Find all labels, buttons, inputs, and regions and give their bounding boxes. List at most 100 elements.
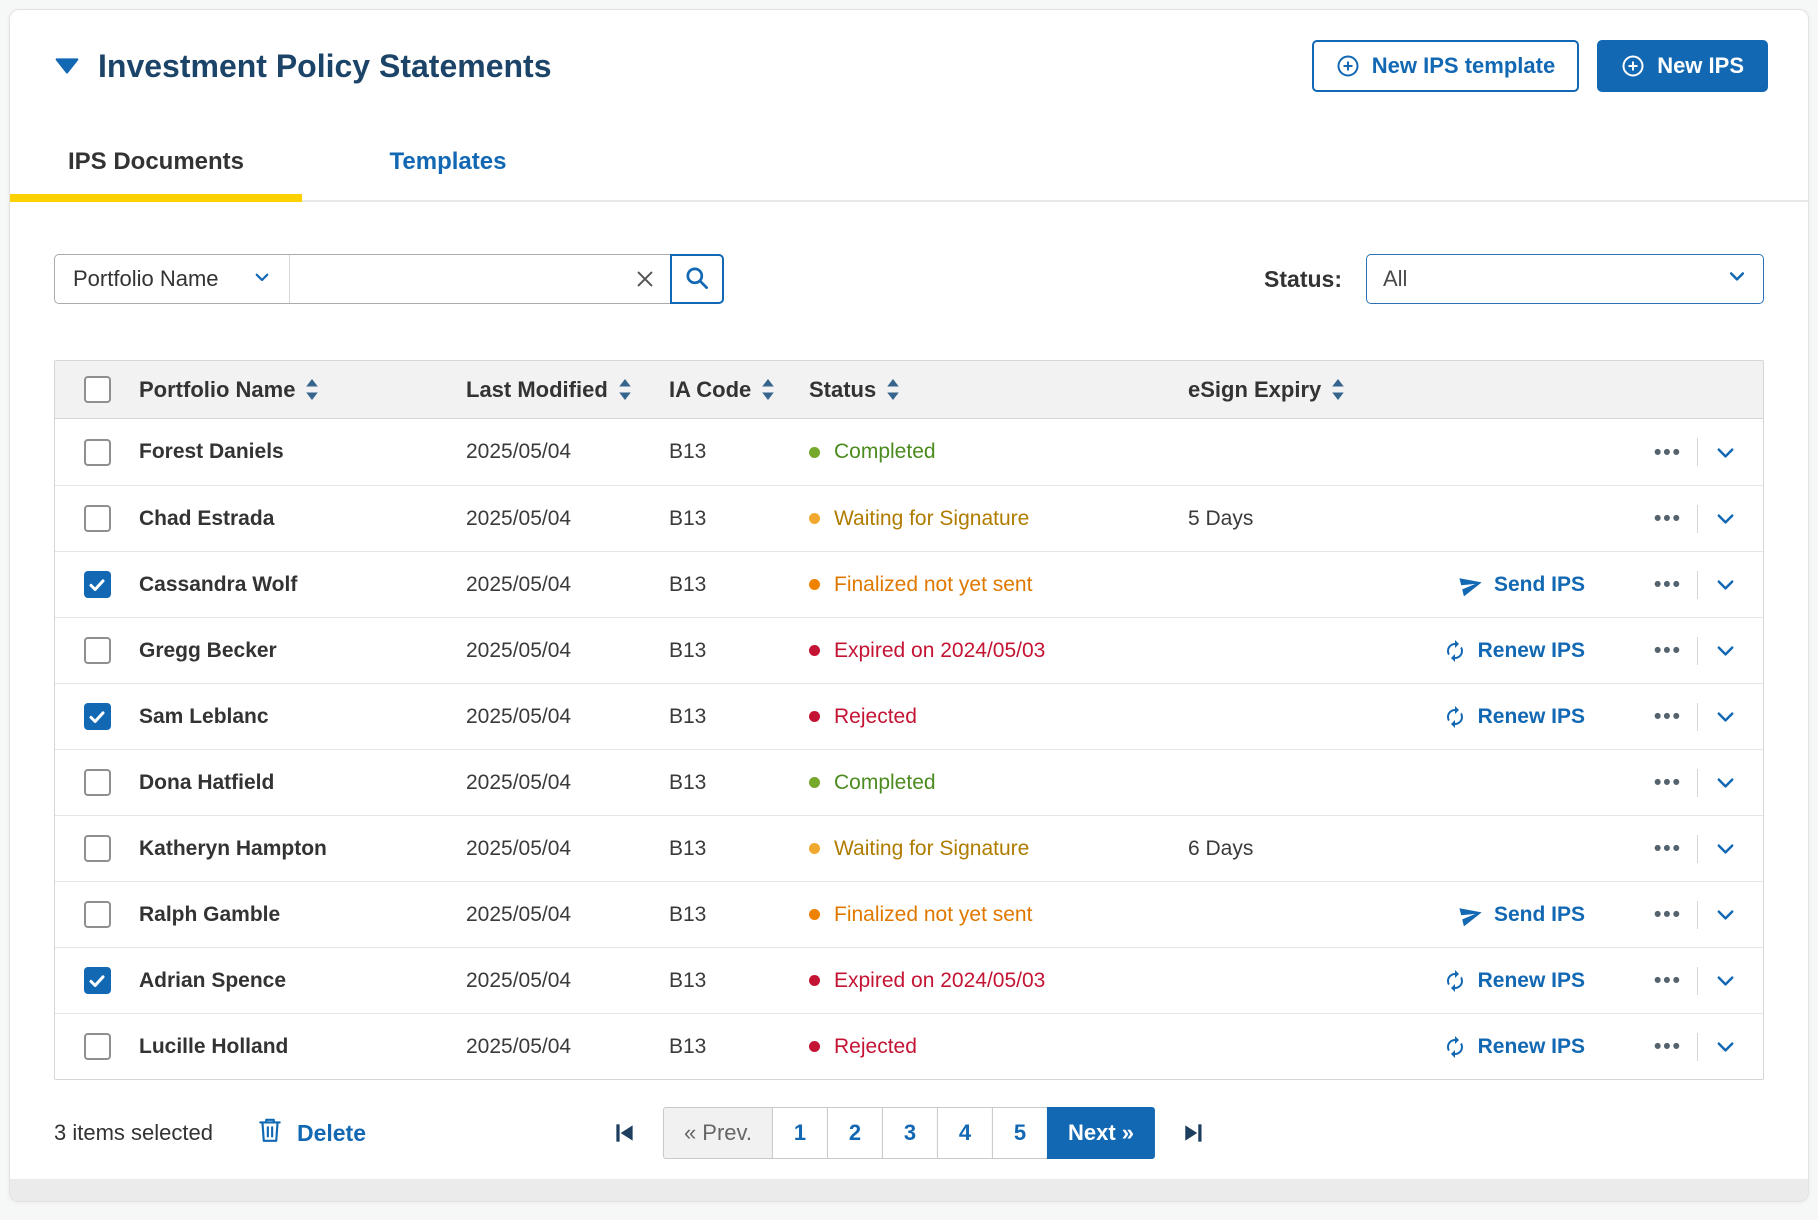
first-page-icon[interactable]	[611, 1120, 637, 1146]
page-button-3[interactable]: 3	[882, 1107, 939, 1159]
more-actions-icon[interactable]: •••	[1654, 1036, 1682, 1057]
row-checkbox[interactable]	[83, 637, 111, 664]
expand-row-icon[interactable]	[1714, 441, 1737, 464]
more-actions-icon[interactable]: •••	[1654, 442, 1682, 463]
column-header-esign-expiry[interactable]: eSign Expiry	[1188, 377, 1398, 403]
send-ips-action[interactable]: Send IPS	[1459, 903, 1585, 927]
table-row: Forest Daniels 2025/05/04 B13 Completed	[55, 419, 1763, 485]
ia-code-cell: B13	[669, 968, 707, 992]
clear-search-icon[interactable]	[620, 268, 670, 290]
row-checkbox[interactable]	[83, 769, 111, 796]
column-header-ia-code[interactable]: IA Code	[669, 377, 809, 403]
renew-icon	[1443, 705, 1467, 729]
expand-row-icon[interactable]	[1714, 903, 1737, 926]
table-footer: 3 items selected Delete « Prev. 12345 Ne…	[10, 1080, 1808, 1159]
column-header-status[interactable]: Status	[809, 377, 1188, 403]
expand-row-icon[interactable]	[1714, 837, 1737, 860]
row-checkbox[interactable]	[83, 505, 111, 532]
page-button-4[interactable]: 4	[937, 1107, 994, 1159]
esign-expiry-cell: 5 Days	[1188, 506, 1254, 530]
status-cell: Completed	[809, 440, 1188, 464]
status-dot-icon	[809, 843, 820, 854]
status-text: Expired on 2024/05/03	[834, 968, 1046, 992]
portfolio-name-cell: Adrian Spence	[139, 968, 287, 992]
expand-row-icon[interactable]	[1714, 705, 1737, 728]
expand-row-icon[interactable]	[1714, 639, 1737, 662]
divider	[1697, 504, 1698, 533]
portfolio-name-cell: Sam Leblanc	[139, 704, 269, 728]
row-checkbox[interactable]	[83, 835, 111, 862]
column-label: Portfolio Name	[139, 376, 296, 402]
status-dot-icon	[809, 909, 820, 920]
ia-code-cell: B13	[669, 770, 707, 794]
delete-label: Delete	[296, 1119, 367, 1146]
page-button-2[interactable]: 2	[827, 1107, 884, 1159]
renew-ips-action[interactable]: Renew IPS	[1443, 1035, 1585, 1059]
new-ips-button[interactable]: New IPS	[1597, 40, 1768, 92]
tab-ips-documents[interactable]: IPS Documents	[10, 132, 302, 202]
select-all-checkbox[interactable]	[83, 376, 111, 403]
send-icon	[1459, 573, 1483, 597]
row-checkbox[interactable]	[83, 1033, 111, 1060]
renew-ips-action[interactable]: Renew IPS	[1443, 969, 1585, 993]
status-dot-icon	[809, 513, 820, 524]
last-modified-cell: 2025/05/04	[466, 836, 572, 860]
row-checkbox[interactable]	[83, 571, 111, 598]
last-modified-cell: 2025/05/04	[466, 902, 572, 926]
last-modified-cell: 2025/05/04	[466, 770, 572, 794]
more-actions-icon[interactable]: •••	[1654, 772, 1682, 793]
sort-icon	[618, 379, 632, 400]
expand-row-icon[interactable]	[1714, 573, 1737, 596]
portfolio-name-cell: Katheryn Hampton	[139, 836, 327, 860]
search-button[interactable]	[669, 254, 724, 304]
row-checkbox[interactable]	[83, 901, 111, 928]
more-actions-icon[interactable]: •••	[1654, 904, 1682, 925]
row-action-label: Send IPS	[1493, 572, 1585, 596]
column-header-last-modified[interactable]: Last Modified	[466, 377, 669, 403]
expand-row-icon[interactable]	[1714, 1035, 1737, 1058]
more-actions-icon[interactable]: •••	[1654, 706, 1682, 727]
more-actions-icon[interactable]: •••	[1654, 838, 1682, 859]
last-modified-cell: 2025/05/04	[466, 968, 572, 992]
expand-row-icon[interactable]	[1714, 771, 1737, 794]
table-header-row: Portfolio Name Last Modified IA Code Sta…	[55, 361, 1763, 419]
status-text: Rejected	[834, 1034, 917, 1058]
page-button-1[interactable]: 1	[772, 1107, 829, 1159]
renew-ips-action[interactable]: Renew IPS	[1443, 705, 1585, 729]
column-header-portfolio-name[interactable]: Portfolio Name	[139, 377, 466, 403]
page-numbers: 12345	[772, 1107, 1049, 1159]
plus-circle-icon	[1336, 54, 1360, 78]
last-modified-cell: 2025/05/04	[466, 440, 572, 463]
send-ips-action[interactable]: Send IPS	[1459, 573, 1585, 597]
delete-button[interactable]: Delete	[257, 1116, 366, 1150]
search-input[interactable]	[289, 255, 620, 303]
ips-table: Portfolio Name Last Modified IA Code Sta…	[54, 360, 1764, 1080]
next-page-button[interactable]: Next »	[1047, 1107, 1156, 1159]
last-page-icon[interactable]	[1181, 1120, 1207, 1146]
table-row: Adrian Spence 2025/05/04 B13 Expired on …	[55, 947, 1763, 1013]
status-text: Finalized not yet sent	[834, 572, 1033, 596]
prev-page-button[interactable]: « Prev.	[662, 1107, 774, 1159]
expand-row-icon[interactable]	[1714, 507, 1737, 530]
row-checkbox[interactable]	[83, 967, 111, 994]
more-actions-icon[interactable]: •••	[1654, 574, 1682, 595]
more-actions-icon[interactable]: •••	[1654, 640, 1682, 661]
more-actions-icon[interactable]: •••	[1654, 508, 1682, 529]
page-button-5[interactable]: 5	[992, 1107, 1049, 1159]
renew-ips-action[interactable]: Renew IPS	[1443, 639, 1585, 663]
row-action-label: Renew IPS	[1477, 968, 1585, 992]
divider	[1697, 1032, 1698, 1061]
sort-icon	[886, 379, 900, 400]
tab-templates[interactable]: Templates	[302, 132, 594, 200]
status-filter-dropdown[interactable]: All	[1366, 254, 1764, 304]
status-dot-icon	[809, 711, 820, 722]
search-field-dropdown[interactable]: Portfolio Name	[55, 255, 290, 303]
row-checkbox[interactable]	[83, 703, 111, 730]
new-ips-template-button[interactable]: New IPS template	[1311, 40, 1580, 92]
more-actions-icon[interactable]: •••	[1654, 970, 1682, 991]
collapse-section-icon[interactable]	[54, 56, 80, 76]
sort-icon	[761, 379, 775, 400]
table-row: Cassandra Wolf 2025/05/04 B13 Finalized …	[55, 551, 1763, 617]
row-checkbox[interactable]	[83, 438, 111, 466]
expand-row-icon[interactable]	[1714, 969, 1737, 992]
